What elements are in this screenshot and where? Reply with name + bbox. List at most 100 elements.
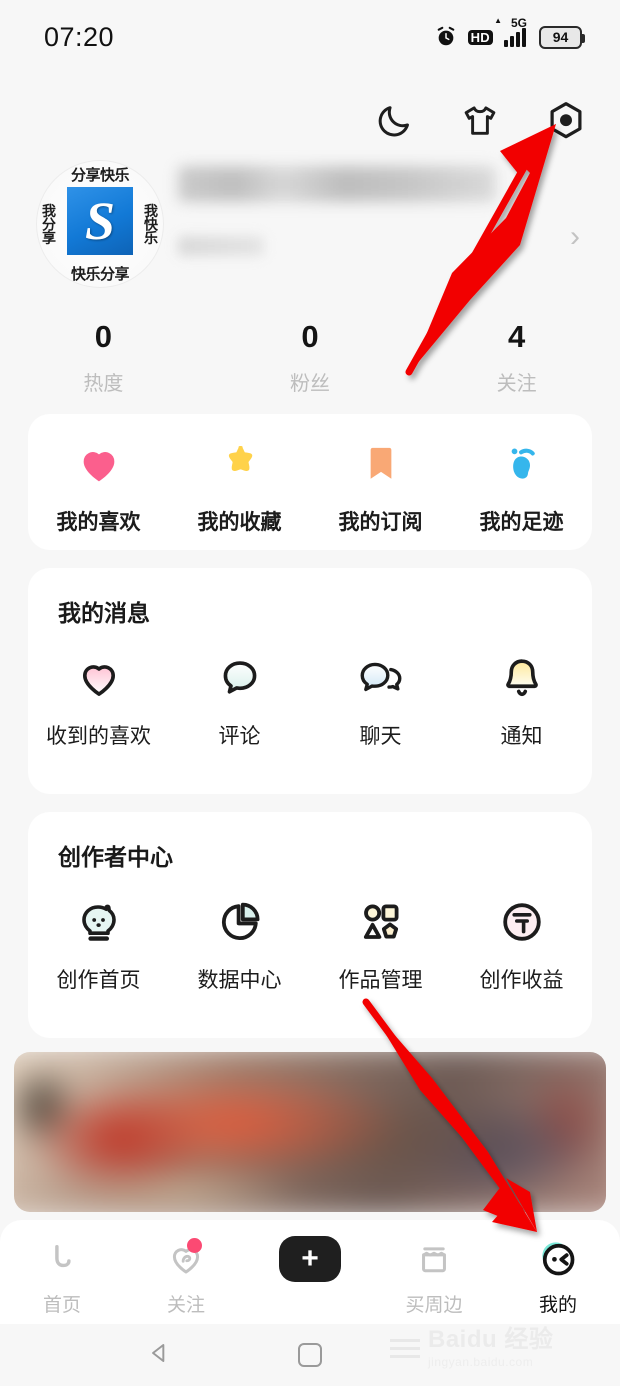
quick-action-likes[interactable]: 我的喜欢 — [28, 436, 169, 536]
creator-home[interactable]: 创作首页 — [28, 894, 169, 994]
message-comments[interactable]: 评论 — [169, 650, 310, 750]
battery-level: 94 — [552, 29, 569, 45]
signal-updown-icon: ▲ — [494, 15, 502, 25]
nav-item-follow[interactable]: 关注 — [124, 1234, 248, 1317]
quick-action-label: 我的足迹 — [479, 511, 564, 534]
stat-value: 0 — [94, 319, 112, 354]
creator-works-management[interactable]: 作品管理 — [310, 894, 451, 994]
stat-popularity[interactable]: 0 热度 — [0, 319, 207, 396]
heart-outline-icon — [76, 650, 122, 706]
notification-badge — [187, 1238, 202, 1253]
stat-label: 热度 — [83, 373, 124, 396]
status-icon-group: HD ▲ 5G 94 — [435, 16, 585, 49]
quick-action-label: 我的收藏 — [197, 511, 282, 534]
alarm-icon — [435, 26, 457, 48]
nav-item-create[interactable]: + — [248, 1234, 372, 1290]
follow-heart-icon — [166, 1234, 206, 1284]
back-triangle-icon[interactable] — [146, 1340, 172, 1371]
user-subtitle-masked — [178, 236, 264, 256]
stat-label: 粉丝 — [290, 373, 330, 396]
promo-banner[interactable] — [14, 1052, 606, 1212]
stat-label: 关注 — [496, 373, 537, 396]
comment-bubble-icon — [217, 650, 263, 706]
creator-label: 创作收益 — [479, 969, 564, 992]
network-label: 5G — [510, 15, 527, 30]
message-label: 收到的喜欢 — [46, 725, 151, 748]
username-block[interactable] — [178, 166, 620, 256]
chat-bubbles-icon — [356, 650, 406, 706]
shop-icon — [415, 1234, 453, 1284]
signal-5g-icon: ▲ 5G — [494, 16, 528, 47]
home-square-icon[interactable] — [298, 1343, 322, 1367]
creator-data-center[interactable]: 数据中心 — [169, 894, 310, 994]
status-bar: 07:20 HD ▲ 5G 94 — [0, 0, 620, 74]
bottom-navigation: 首页 关注 + 买周边 我的 — [0, 1220, 620, 1324]
messages-grid: 收到的喜欢 评论 聊天 通知 — [28, 628, 592, 750]
nav-label: 我的 — [538, 1295, 577, 1316]
avatar-logo: S — [67, 187, 133, 255]
nav-item-shop[interactable]: 买周边 — [372, 1234, 496, 1317]
nav-label: 关注 — [166, 1295, 205, 1316]
creator-label: 作品管理 — [338, 969, 423, 992]
message-chat[interactable]: 聊天 — [310, 650, 451, 750]
message-received-likes[interactable]: 收到的喜欢 — [28, 650, 169, 750]
battery-icon: 94 — [539, 25, 585, 49]
avatar-text-bottom: 快乐分享 — [70, 266, 130, 283]
nav-item-profile[interactable]: 我的 — [496, 1234, 620, 1317]
message-label: 聊天 — [359, 725, 402, 748]
nav-label: 首页 — [42, 1295, 81, 1316]
messages-card: 我的消息 收到的喜欢 评论 聊天 通知 — [28, 568, 592, 794]
bookmark-icon — [358, 436, 404, 492]
quick-action-label: 我的订阅 — [338, 511, 423, 534]
footprint-icon — [499, 436, 545, 492]
avatar[interactable]: 分享快乐 我分享 我快乐 快乐分享 S — [36, 160, 164, 288]
avatar-text-top: 分享快乐 — [70, 167, 130, 184]
promo-banner-image — [14, 1052, 606, 1212]
avatar-text-right: 我快乐 — [143, 203, 159, 245]
stat-fans[interactable]: 0 粉丝 — [207, 319, 414, 396]
quick-action-footprints[interactable]: 我的足迹 — [451, 436, 592, 536]
bell-icon — [499, 650, 545, 706]
stat-following[interactable]: 4 关注 — [413, 319, 620, 396]
stat-value: 4 — [508, 319, 526, 354]
watermark-main: Baidu 经验 — [428, 1325, 554, 1353]
creator-center-grid: 创作首页 数据中心 作品管理 创作收益 — [28, 872, 592, 994]
watermark-lines-icon — [390, 1338, 420, 1358]
status-time: 07:20 — [44, 21, 115, 52]
watermark-sub: jingyan.baidu.com — [428, 1354, 534, 1369]
quick-action-favorites[interactable]: 我的收藏 — [169, 436, 310, 536]
watermark: Baidu 经验 jingyan.baidu.com — [390, 1320, 606, 1376]
quick-action-label: 我的喜欢 — [56, 511, 141, 534]
creator-center-title: 创作者中心 — [58, 844, 173, 870]
home-icon — [44, 1234, 80, 1284]
works-grid-icon — [357, 894, 405, 950]
creator-center-card: 创作者中心 创作首页 数据中心 作品管理 创作收益 — [28, 812, 592, 1038]
profile-header[interactable]: 分享快乐 我分享 我快乐 快乐分享 S › — [0, 160, 620, 290]
plus-icon: + — [279, 1234, 341, 1284]
heart-icon — [76, 436, 122, 492]
message-notifications[interactable]: 通知 — [451, 650, 592, 750]
username-masked — [178, 166, 496, 202]
creator-earnings[interactable]: 创作收益 — [451, 894, 592, 994]
creator-home-icon — [75, 894, 123, 950]
avatar-text-left: 我分享 — [41, 203, 57, 245]
phone-screen: 07:20 HD ▲ 5G 94 分享快乐 我分享 我快乐 快乐分享 S › 0… — [0, 0, 620, 1386]
outfit-icon[interactable] — [458, 99, 502, 143]
nav-label: 买周边 — [405, 1295, 463, 1316]
avatar-logo-letter: S — [84, 191, 116, 251]
message-label: 评论 — [218, 725, 261, 748]
quick-action-subscriptions[interactable]: 我的订阅 — [310, 436, 451, 536]
quick-actions-grid: 我的喜欢 我的收藏 我的订阅 我的足迹 — [28, 414, 592, 536]
chevron-right-icon[interactable]: › — [570, 222, 580, 252]
profile-face-icon — [537, 1234, 579, 1284]
top-action-bar — [0, 92, 620, 150]
quick-actions-card: 我的喜欢 我的收藏 我的订阅 我的足迹 — [28, 414, 592, 550]
night-mode-icon[interactable] — [372, 99, 416, 143]
yuan-coin-icon — [498, 894, 546, 950]
messages-title: 我的消息 — [58, 600, 150, 626]
settings-gear-icon[interactable] — [544, 99, 588, 143]
plus-button[interactable]: + — [279, 1236, 341, 1282]
message-label: 通知 — [500, 725, 543, 748]
nav-item-home[interactable]: 首页 — [0, 1234, 124, 1317]
hd-icon: HD — [467, 29, 493, 45]
